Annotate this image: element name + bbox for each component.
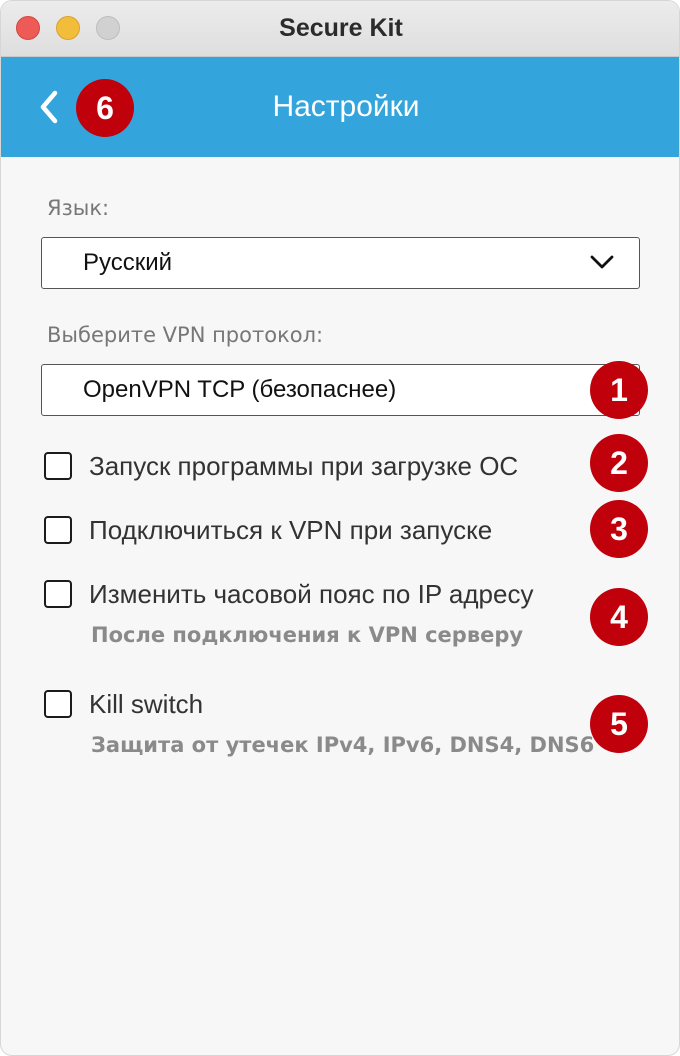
autostart-checkbox[interactable] (44, 452, 72, 480)
title-bar: Secure Kit (1, 1, 679, 57)
callout-badge-3: 3 (590, 500, 648, 558)
callout-badge-2: 2 (590, 434, 648, 492)
callout-badge-5: 5 (590, 695, 648, 753)
window-title: Secure Kit (279, 14, 403, 42)
language-select[interactable]: Русский (41, 237, 640, 289)
language-label: Язык: (47, 196, 110, 220)
callout-badge-6: 6 (76, 79, 134, 137)
protocol-label: Выберите VPN протокол: (47, 323, 324, 347)
callout-badge-4: 4 (590, 588, 648, 646)
kill-switch-description: Защита от утечек IPv4, IPv6, DNS4, DNS6 (91, 733, 595, 757)
timezone-label[interactable]: Изменить часовой пояс по IP адресу (89, 579, 533, 610)
protocol-selected-value: OpenVPN TCP (безопаснее) (83, 376, 397, 403)
timezone-checkbox[interactable] (44, 580, 72, 608)
connect-on-launch-label[interactable]: Подключиться к VPN при запуске (89, 515, 492, 546)
chevron-down-icon (590, 255, 614, 269)
autostart-label[interactable]: Запуск программы при загрузке ОС (89, 451, 518, 482)
language-selected-value: Русский (83, 249, 173, 276)
kill-switch-label[interactable]: Kill switch (89, 689, 203, 720)
protocol-select[interactable]: OpenVPN TCP (безопаснее) (41, 364, 640, 416)
timezone-description: После подключения к VPN серверу (91, 623, 524, 647)
app-window: Secure Kit Настройки 6 Язык: Русский Выб… (0, 0, 680, 1056)
connect-on-launch-checkbox[interactable] (44, 516, 72, 544)
callout-badge-1: 1 (590, 361, 648, 419)
kill-switch-checkbox[interactable] (44, 690, 72, 718)
